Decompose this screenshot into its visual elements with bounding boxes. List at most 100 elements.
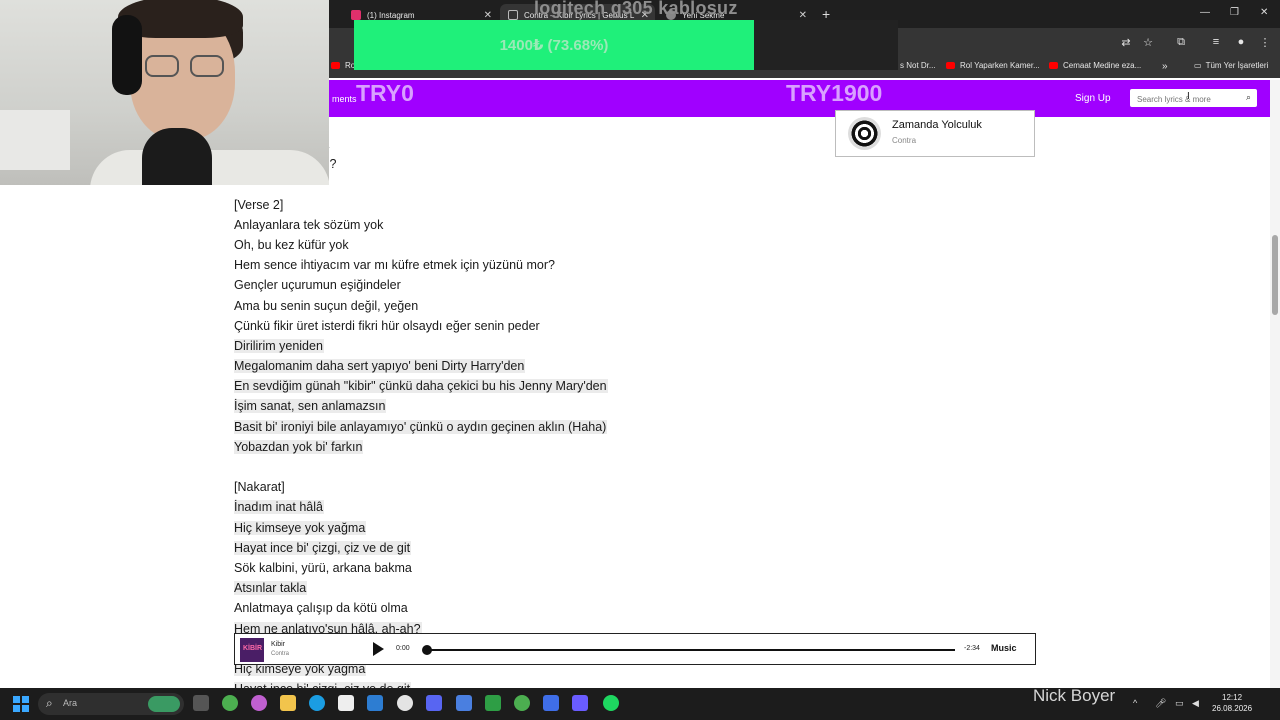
scrollbar-thumb[interactable] bbox=[1272, 235, 1278, 315]
edge-icon[interactable] bbox=[309, 695, 325, 711]
app-icon[interactable] bbox=[456, 695, 472, 711]
youtube-icon bbox=[946, 62, 955, 69]
lyric-line[interactable]: Gençler uçurumun eşiğindeler bbox=[234, 275, 834, 295]
search-input[interactable] bbox=[1130, 90, 1234, 109]
extensions-icon[interactable]: ⧉ bbox=[1173, 34, 1189, 50]
related-song-card[interactable]: Zamanda Yolculuk Contra bbox=[835, 110, 1035, 157]
media-icon[interactable]: ≡ bbox=[1208, 34, 1224, 50]
minecraft-icon[interactable] bbox=[485, 695, 501, 711]
lyric-line[interactable]: İşim sanat, sen anlamazsın bbox=[234, 396, 834, 416]
lyric-line[interactable]: Oh, bu kez küfür yok bbox=[234, 235, 834, 255]
donation-goal-title: logitech g305 kablosuz bbox=[534, 0, 738, 18]
microphone-icon[interactable]: 🎤︎ bbox=[1155, 698, 1166, 709]
profile-avatar-icon[interactable]: ● bbox=[1233, 34, 1249, 50]
network-icon[interactable]: ▭ bbox=[1175, 698, 1184, 709]
maximize-icon[interactable]: ❐ bbox=[1230, 7, 1239, 18]
task-view-icon[interactable] bbox=[193, 695, 209, 711]
sign-up-link[interactable]: Sign Up bbox=[1075, 93, 1111, 104]
close-tab-icon[interactable]: ✕ bbox=[484, 10, 492, 21]
chrome-icon[interactable] bbox=[222, 695, 238, 711]
glasses bbox=[190, 55, 224, 77]
more-bookmarks-icon[interactable]: » bbox=[1162, 61, 1168, 72]
spotify-icon[interactable] bbox=[603, 695, 619, 711]
lyric-blank-line bbox=[234, 457, 834, 477]
bookmark-item[interactable]: Ro bbox=[331, 61, 355, 70]
microphone bbox=[142, 128, 212, 185]
search-icon: ⌕ bbox=[46, 696, 53, 710]
lyric-line[interactable]: Hem sence ihtiyacım var mı küfre etmek i… bbox=[234, 255, 834, 275]
chrome-profile-icon[interactable] bbox=[514, 695, 530, 711]
lyric-line[interactable]: Anlatmaya çalışıp da kötü olma bbox=[234, 598, 834, 618]
background-shelf bbox=[0, 110, 70, 170]
windows-start-icon[interactable] bbox=[13, 696, 29, 712]
play-icon[interactable] bbox=[373, 642, 384, 656]
search-box[interactable]: ⌕ bbox=[1130, 89, 1257, 109]
active-app-icon[interactable] bbox=[572, 695, 588, 711]
current-time: 0:00 bbox=[396, 645, 410, 652]
bookmark-item[interactable]: Cemaat Medine eza... bbox=[1049, 61, 1141, 70]
taskbar-search[interactable]: ⌕ Ara bbox=[38, 693, 184, 715]
lyric-line[interactable]: Basit bi' ironiyi bile anlayamıyo' çünkü… bbox=[234, 417, 834, 437]
all-bookmarks-folder[interactable]: ▭ Tüm Yer İşaretleri bbox=[1194, 61, 1268, 70]
donation-amount: 1400₺ (73.68%) bbox=[499, 37, 609, 54]
file-explorer-icon[interactable] bbox=[280, 695, 296, 711]
system-clock[interactable]: 12:12 26.08.2026 bbox=[1212, 692, 1252, 714]
lyric-line[interactable]: Hayat ince bi' çizgi, çiz ve de git bbox=[234, 538, 834, 558]
steam-icon[interactable] bbox=[397, 695, 413, 711]
menu-kebab-icon[interactable]: ⋮ bbox=[1257, 34, 1273, 50]
lyric-line[interactable]: [Verse 2] bbox=[234, 195, 834, 215]
lyric-line[interactable]: Yobazdan yok bi' farkın bbox=[234, 437, 834, 457]
lyric-line[interactable]: Hiç kimseye yok yağma bbox=[234, 518, 834, 538]
app-icon[interactable] bbox=[543, 695, 559, 711]
bookmark-star-icon[interactable]: ☆ bbox=[1140, 34, 1156, 50]
copilot-icon[interactable] bbox=[251, 695, 267, 711]
player-cover-art: KİBİR bbox=[240, 638, 264, 662]
translate-icon[interactable]: ⇄ bbox=[1118, 34, 1134, 50]
streamer-name: Nick Boyer bbox=[1033, 686, 1116, 705]
progress-knob[interactable] bbox=[422, 645, 432, 655]
close-tab-icon[interactable]: ✕ bbox=[799, 10, 807, 21]
tab-title: (1) Instagram bbox=[367, 10, 415, 20]
page-scrollbar[interactable] bbox=[1270, 80, 1280, 688]
lyric-line[interactable]: Megalomanim daha sert yapıyo' beni Dirty… bbox=[234, 356, 834, 376]
headset bbox=[112, 15, 142, 95]
glasses bbox=[145, 55, 179, 77]
search-highlight-icon bbox=[148, 696, 180, 712]
search-icon[interactable]: ⌕ bbox=[1246, 92, 1251, 103]
bookmark-item[interactable]: s Not Dr... bbox=[900, 61, 936, 70]
overlay-try-right: TRY1900 bbox=[786, 80, 883, 106]
genius-icon bbox=[508, 10, 518, 20]
lyric-line[interactable]: Çünkü fikir üret isterdi fikri hür olsay… bbox=[234, 316, 834, 336]
text-cursor-icon: I bbox=[1187, 91, 1190, 102]
close-window-icon[interactable]: ✕ bbox=[1260, 7, 1268, 18]
volume-icon[interactable]: ◀︎ bbox=[1192, 698, 1199, 709]
header-nav-link[interactable]: ments bbox=[332, 94, 357, 104]
lyric-line[interactable]: Atsınlar takla bbox=[234, 578, 834, 598]
discord-icon[interactable] bbox=[426, 695, 442, 711]
album-art bbox=[848, 117, 881, 150]
progress-track[interactable] bbox=[425, 649, 955, 651]
player-track-artist: Contra bbox=[271, 651, 290, 657]
bookmark-item[interactable]: Rol Yaparken Kamer... bbox=[946, 61, 1040, 70]
lyric-line[interactable]: İnadım inat hâlâ bbox=[234, 497, 834, 517]
player-track-title: Kibir bbox=[271, 641, 286, 648]
webcam-overlay bbox=[0, 0, 329, 185]
lyric-line[interactable]: Dirilirim yeniden bbox=[234, 336, 834, 356]
overlay-try-left: TRY0 bbox=[356, 80, 414, 106]
apple-music-player: KİBİR Kibir Contra 0:00 -2:34 Music bbox=[234, 633, 1036, 665]
lyrics-body: ışıp da kötü olmao'sun hâlâ, ah-ah?[Vers… bbox=[234, 134, 834, 699]
store-icon[interactable] bbox=[367, 695, 383, 711]
taskbar-search-placeholder: Ara bbox=[63, 698, 78, 708]
lyric-line[interactable]: Ama bu senin suçun değil, yeğen bbox=[234, 296, 834, 316]
youtube-icon bbox=[1049, 62, 1058, 69]
minimize-icon[interactable]: — bbox=[1200, 7, 1210, 18]
obs-icon[interactable] bbox=[338, 695, 354, 711]
related-song-artist: Contra bbox=[892, 136, 917, 145]
folder-icon: ▭ bbox=[1194, 61, 1202, 70]
instagram-icon bbox=[351, 10, 361, 20]
lyric-line[interactable]: Sök kalbini, yürü, arkana bakma bbox=[234, 558, 834, 578]
lyric-line[interactable]: Anlayanlara tek sözüm yok bbox=[234, 215, 834, 235]
chevron-up-icon[interactable]: ^ bbox=[1133, 698, 1137, 708]
lyric-line[interactable]: [Nakarat] bbox=[234, 477, 834, 497]
lyric-line[interactable]: En sevdiğim günah "kibir" çünkü daha çek… bbox=[234, 376, 834, 396]
